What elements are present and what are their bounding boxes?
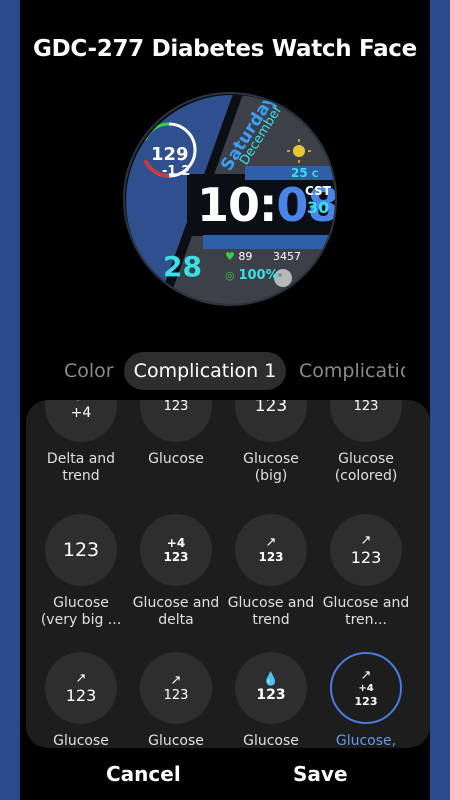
option-delta: +4 (358, 682, 374, 694)
option-label: Glucose (148, 733, 204, 748)
complication-option[interactable]: 123 Glucose (big) (226, 400, 316, 485)
date-number: 28 (163, 250, 202, 283)
option-value: 123 (256, 687, 286, 703)
option-preview: ↗ 123 (330, 514, 402, 586)
glucose-value: 129 (151, 144, 189, 165)
option-label: Glucose, (335, 733, 397, 748)
option-label: Glucose (very big ... (40, 595, 122, 628)
complication-option[interactable]: 123 Glucose (131, 400, 221, 468)
option-value: 123 (62, 539, 100, 561)
complication-option[interactable]: 123 Glucose (very big ... (36, 514, 126, 629)
trend-arrow-icon: ↗ (170, 672, 182, 688)
complication-option[interactable]: ↗ 123 Glucose and trend (226, 514, 316, 629)
watch-face-preview: 129 -1.2 Saturday December 25 C 10:08 CS… (123, 92, 337, 306)
complication-option[interactable]: ↗ +4 123 Glucose, (321, 652, 411, 748)
option-value: 123 (258, 550, 284, 564)
timezone: CST (305, 184, 331, 198)
option-value: 123 (163, 400, 189, 414)
bottom-bar: Cancel Save (20, 748, 430, 800)
option-preview: ↗ 123 (235, 514, 307, 586)
option-value: +4 (70, 405, 92, 421)
option-value: 123 (354, 694, 378, 708)
option-label: Glucose and delta (132, 595, 220, 628)
seconds: 30 (307, 198, 330, 217)
trend-arrow-icon: ↗ (360, 532, 372, 548)
option-label: Glucose and tren... (322, 595, 410, 628)
option-preview: 123 (330, 400, 402, 442)
option-delta: +4 (166, 536, 186, 550)
option-value: 123 (350, 547, 382, 567)
option-label: Glucose (243, 733, 299, 748)
option-value: 123 (353, 400, 379, 414)
options-panel: ↗+4Delta and trend123Glucose123Glucose (… (26, 400, 430, 748)
option-label: Delta and trend (46, 451, 116, 484)
option-value: 123 (254, 400, 288, 416)
droplet-icon: 💧 (262, 672, 280, 687)
trend-arrow-icon: ↗ (265, 535, 277, 550)
screen: GDC-277 Diabetes Watch Face 129 -1.2 Sat… (20, 0, 430, 800)
complication-option[interactable]: 123 Glucose (colored) (321, 400, 411, 485)
steps: 3457 (273, 250, 301, 263)
option-value: 123 (163, 687, 189, 703)
option-preview: 💧 123 (235, 652, 307, 724)
tab-complication-1[interactable]: Complication 1 (124, 352, 286, 390)
battery: ◎ 100% (225, 268, 279, 283)
option-label: Glucose (colored) (334, 451, 398, 484)
option-label: Glucose (148, 451, 204, 467)
option-preview: ↗ 123 (140, 652, 212, 724)
heart-rate: ♥ 89 (225, 250, 253, 263)
complication-option[interactable]: ↗ 123 Glucose and tren... (321, 514, 411, 629)
tab-bar: Color Complication 1 Complicatio (20, 352, 430, 390)
complication-option[interactable]: ↗ 123 Glucose (131, 652, 221, 748)
tab-color[interactable]: Color (64, 352, 114, 390)
glucose-delta: -1.2 (162, 164, 191, 179)
page-title: GDC-277 Diabetes Watch Face (33, 36, 417, 62)
cancel-button[interactable]: Cancel (106, 762, 181, 786)
save-button[interactable]: Save (293, 762, 348, 786)
option-preview: ↗ +4 123 (330, 652, 402, 724)
trend-arrow-icon: ↗ (75, 670, 87, 686)
option-preview: +4 123 (140, 514, 212, 586)
complication-option[interactable]: +4 123 Glucose and delta (131, 514, 221, 629)
option-preview: ↗ 123 (45, 652, 117, 724)
trend-arrow-icon: ↗ (360, 667, 372, 683)
option-preview: ↗+4 (45, 400, 117, 442)
option-preview: 123 (45, 514, 117, 586)
complication-option[interactable]: ↗ 123 Glucose (36, 652, 126, 748)
option-value: 123 (65, 685, 97, 705)
complication-option[interactable]: 💧 123 Glucose (226, 652, 316, 748)
option-preview: 123 (235, 400, 307, 442)
option-label: Glucose and trend (227, 595, 315, 628)
option-value: 123 (163, 550, 189, 564)
option-label: Glucose (53, 733, 109, 748)
tab-complication-2[interactable]: Complicatio (299, 352, 405, 390)
option-label: Glucose (big) (243, 451, 299, 484)
option-preview: 123 (140, 400, 212, 442)
complication-option[interactable]: ↗+4 Delta and trend (36, 400, 126, 485)
